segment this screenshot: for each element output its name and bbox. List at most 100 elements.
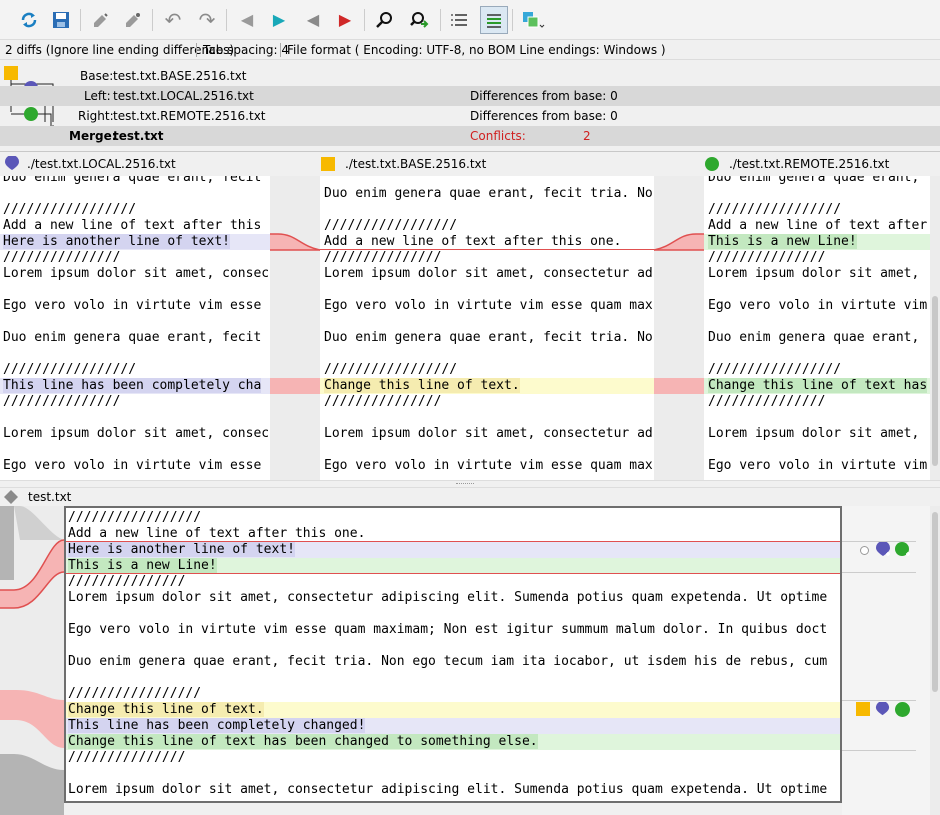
file-format: File format ( Encoding: UTF-8, no BOM Li… — [287, 43, 666, 57]
code-line-conflict: This is a new Line! — [704, 234, 930, 250]
local-icon — [5, 156, 19, 170]
merge-label: Merge: — [69, 129, 117, 143]
merge-result-pane[interactable]: ///////////////// Add a new line of text… — [64, 506, 842, 803]
pane-splitter[interactable] — [0, 480, 940, 488]
redo-icon[interactable]: ↷ — [194, 7, 220, 33]
code-line: Ego vero volo in virtute vim esse quam m… — [68, 622, 828, 637]
scroll-thumb[interactable] — [932, 296, 938, 466]
pane-headers: ./test.txt.LOCAL.2516.txt ./test.txt.BAS… — [0, 152, 940, 176]
left-file-row: Left: test.txt.LOCAL.2516.txt Difference… — [0, 86, 940, 106]
code-line: Lorem ipsum dolor sit amet, consec — [3, 266, 270, 281]
merge-file-name: test.txt — [113, 129, 164, 143]
code-line-conflict-local: Here is another line of text! — [66, 542, 840, 558]
diff-vertical-scrollbar[interactable] — [930, 176, 940, 480]
next-conflict-icon[interactable] — [120, 7, 146, 33]
code-line-conflict: Change this line of text. — [320, 378, 654, 394]
take-local-icon[interactable] — [875, 702, 890, 717]
code-line: /////////////// — [708, 250, 826, 265]
code-line: ///////////////// — [68, 510, 202, 525]
previous-change-left-icon[interactable]: ◀ — [234, 7, 260, 33]
code-line: Duo enim genera quae erant, fecit tria. … — [324, 330, 653, 345]
left-pane[interactable]: Duo enim genera quae erant, fecit //////… — [0, 176, 270, 480]
merge-header: test.txt — [0, 488, 940, 506]
save-icon[interactable] — [48, 7, 74, 33]
code-line: /////////////// — [708, 394, 826, 409]
diff-count: 2 diffs (Ignore line ending differences) — [5, 43, 235, 57]
take-remote-icon[interactable] — [895, 702, 910, 717]
whitespace-icon[interactable] — [480, 6, 508, 34]
code-line: Add a new line of text after this one. — [68, 526, 366, 541]
find-next-icon[interactable] — [406, 7, 432, 33]
tab-spacing: Tab spacing: 4 — [203, 43, 289, 57]
code-line: Add a new line of text after — [708, 218, 928, 233]
code-line: Ego vero volo in virtute vim — [708, 458, 928, 473]
status-bar: 2 diffs (Ignore line ending differences)… — [0, 40, 940, 60]
left-pane-header: ./test.txt.LOCAL.2516.txt — [27, 157, 176, 171]
right-label: Right: — [78, 109, 114, 123]
base-file-name: test.txt.BASE.2516.txt — [113, 69, 247, 83]
take-base-icon[interactable] — [856, 702, 870, 716]
base-pane[interactable]: Duo enim genera quae erant, fecit tria. … — [320, 176, 654, 480]
previous-conflict-icon[interactable] — [88, 7, 114, 33]
base-pane-header: ./test.txt.BASE.2516.txt — [345, 157, 487, 171]
code-line: Add a new line of text after this — [3, 218, 262, 233]
code-line: Duo enim genera quae erant, — [708, 176, 920, 185]
previous-conflict-red-icon[interactable]: ◀ — [300, 7, 326, 33]
merge-diamond-icon — [4, 490, 18, 504]
code-line: /////////////// — [3, 394, 121, 409]
code-line: ///////////////// — [324, 362, 458, 377]
code-line: /////////////// — [324, 250, 442, 265]
next-change-icon[interactable]: ▶ — [266, 7, 292, 33]
code-line: Duo enim genera quae erant, fecit tria. … — [68, 654, 828, 669]
right-pane[interactable]: Duo enim genera quae erant, ////////////… — [704, 176, 930, 480]
scroll-thumb[interactable] — [932, 512, 938, 692]
code-line: ///////////////// — [708, 362, 842, 377]
code-line: ///////////////// — [68, 686, 202, 701]
code-line: /////////////// — [324, 394, 442, 409]
merge-vertical-scrollbar[interactable] — [930, 506, 940, 815]
code-line: Duo enim genera quae erant, fecit — [3, 176, 262, 185]
next-conflict-red-icon[interactable]: ▶ — [332, 7, 358, 33]
right-file-row: Right: test.txt.REMOTE.2516.txt Differen… — [0, 106, 940, 126]
code-line: ///////////////// — [708, 202, 842, 217]
code-line: Lorem ipsum dolor sit amet, consectetur … — [68, 782, 828, 797]
code-line: Lorem ipsum dolor sit amet, — [708, 266, 920, 281]
take-local-icon[interactable] — [875, 542, 891, 558]
radio-icon[interactable] — [860, 546, 869, 555]
code-line: /////////////// — [3, 250, 121, 265]
code-line: Lorem ipsum dolor sit amet, consec — [3, 426, 270, 441]
code-line-conflict-base: Change this line of text. — [66, 702, 840, 718]
conflicts-label: Conflicts: — [470, 129, 526, 143]
conflicts-count: 2 — [583, 129, 591, 143]
take-remote-icon[interactable] — [895, 542, 911, 558]
code-line-conflict-remote: This is a new Line! — [66, 558, 840, 574]
left-differences: Differences from base: 0 — [470, 89, 618, 103]
refresh-icon[interactable] — [16, 7, 42, 33]
line-numbers-icon[interactable] — [448, 7, 474, 33]
code-line: Add a new line of text after this one. — [324, 234, 622, 249]
code-line: ///////////////// — [3, 202, 137, 217]
merge-file-row: Merge: test.txt Conflicts: 2 — [0, 126, 940, 146]
code-line-conflict: Here is another line of text! — [0, 234, 270, 250]
code-line-conflict: Change this line of text has — [704, 378, 930, 394]
right-pane-header: ./test.txt.REMOTE.2516.txt — [729, 157, 890, 171]
code-line: Lorem ipsum dolor sit amet, — [708, 426, 920, 441]
conflict-resolution-gutter — [842, 506, 930, 815]
code-line: Duo enim genera quae erant, fecit tria. … — [324, 186, 653, 201]
right-file-name: test.txt.REMOTE.2516.txt — [113, 109, 266, 123]
right-differences: Differences from base: 0 — [470, 109, 618, 123]
code-line: Lorem ipsum dolor sit amet, consectetur … — [68, 590, 828, 605]
compare-mode-icon[interactable] — [518, 7, 548, 33]
code-line: ///////////////// — [3, 362, 137, 377]
base-file-row: Base: test.txt.BASE.2516.txt — [0, 66, 940, 86]
left-label: Left: — [84, 89, 111, 103]
undo-icon[interactable]: ↶ — [160, 7, 186, 33]
code-line: Ego vero volo in virtute vim esse quam m… — [324, 458, 653, 473]
code-line-conflict-local: This line has been completely changed! — [66, 718, 840, 734]
base-icon — [321, 157, 335, 171]
code-line: Lorem ipsum dolor sit amet, consectetur … — [324, 266, 653, 281]
find-icon[interactable] — [372, 7, 398, 33]
remote-icon — [705, 157, 719, 171]
merge-left-gutter — [0, 506, 64, 815]
code-line: Duo enim genera quae erant, fecit — [3, 330, 262, 345]
